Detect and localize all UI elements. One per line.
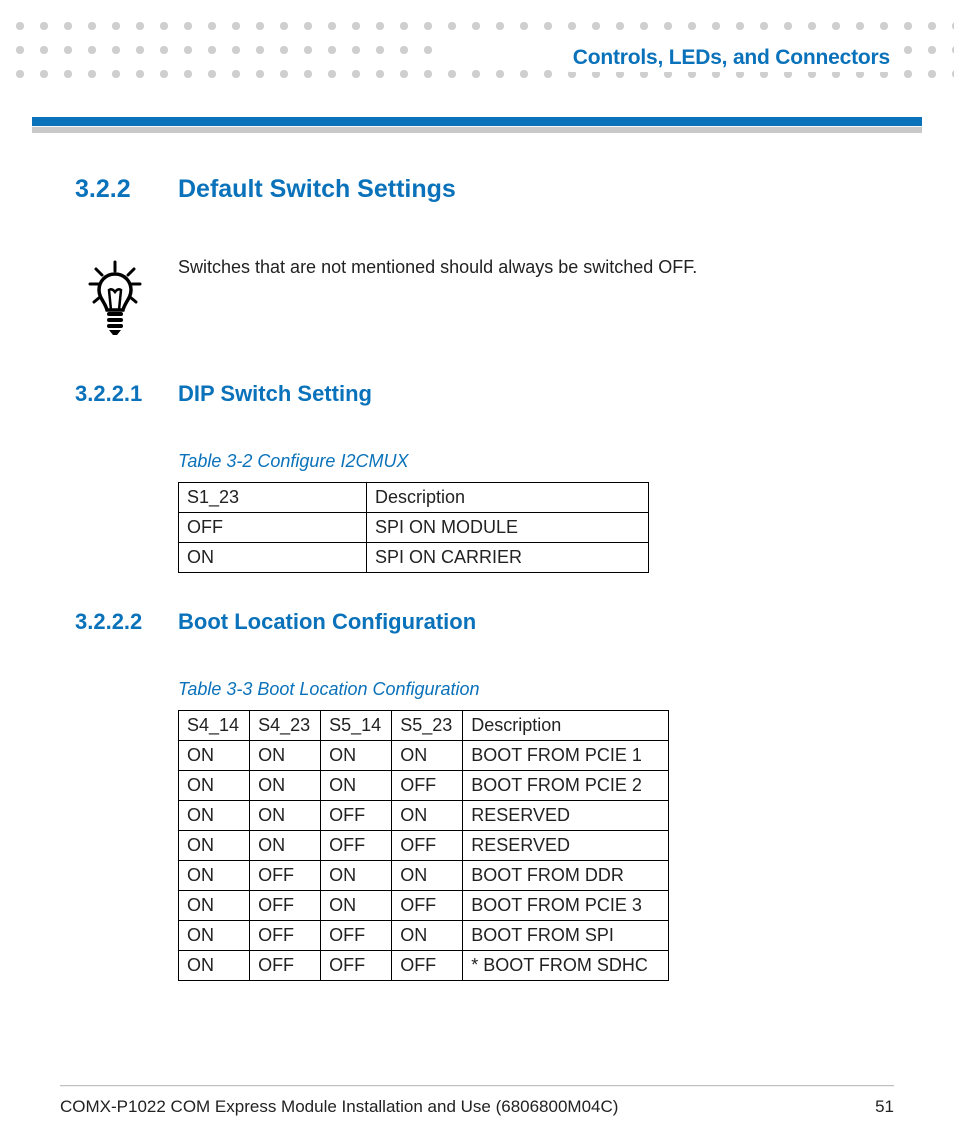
table-cell: OFF — [250, 891, 321, 921]
note-text: Switches that are not mentioned should a… — [178, 254, 697, 280]
footer-rule — [60, 1085, 894, 1087]
table-cell: ON — [392, 861, 463, 891]
table-cell: OFF — [321, 951, 392, 981]
table-cell: S4_23 — [250, 711, 321, 741]
table-cell: S5_14 — [321, 711, 392, 741]
page-content: 3.2.2 Default Switch Settings — [75, 175, 884, 1055]
table-cell: ON — [321, 771, 392, 801]
table-cell: ON — [179, 891, 250, 921]
table-cell: ON — [392, 741, 463, 771]
heading-3-2-2-1: 3.2.2.1 DIP Switch Setting — [75, 381, 884, 407]
table-cell: OFF — [392, 771, 463, 801]
table-cell: OFF — [250, 921, 321, 951]
table-cell: BOOT FROM PCIE 1 — [463, 741, 669, 771]
table-cell: BOOT FROM DDR — [463, 861, 669, 891]
table-cell: ON — [179, 951, 250, 981]
table-cell: ON — [179, 861, 250, 891]
table-cell: BOOT FROM PCIE 2 — [463, 771, 669, 801]
table-cell: OFF — [392, 891, 463, 921]
page-footer: COMX-P1022 COM Express Module Installati… — [60, 1097, 894, 1117]
heading-text: Default Switch Settings — [178, 175, 456, 204]
heading-number: 3.2.2.2 — [75, 609, 178, 635]
table-3-2: Table 3-2 Configure I2CMUX S1_23Descript… — [178, 451, 884, 573]
heading-text: Boot Location Configuration — [178, 609, 476, 635]
table-cell: ON — [179, 921, 250, 951]
table-cell: S1_23 — [179, 483, 367, 513]
table-cell: OFF — [250, 861, 321, 891]
table-cell: BOOT FROM SPI — [463, 921, 669, 951]
table-3-3: Table 3-3 Boot Location Configuration S4… — [178, 679, 884, 981]
table-cell: ON — [179, 831, 250, 861]
table-cell: OFF — [392, 831, 463, 861]
table-cell: ON — [392, 921, 463, 951]
table-caption: Table 3-3 Boot Location Configuration — [178, 679, 884, 700]
table-cell: Description — [367, 483, 649, 513]
table-cell: ON — [179, 801, 250, 831]
table-cell: Description — [463, 711, 669, 741]
table-cell: OFF — [250, 951, 321, 981]
table-body: S1_23DescriptionOFFSPI ON MODULEONSPI ON… — [178, 482, 649, 573]
table-cell: S5_23 — [392, 711, 463, 741]
table-cell: * BOOT FROM SDHC — [463, 951, 669, 981]
heading-text: DIP Switch Setting — [178, 381, 372, 407]
table-cell: OFF — [321, 831, 392, 861]
table-cell: ON — [250, 801, 321, 831]
table-cell: SPI ON CARRIER — [367, 543, 649, 573]
table-cell: BOOT FROM PCIE 3 — [463, 891, 669, 921]
table-cell: ON — [250, 771, 321, 801]
table-cell: OFF — [179, 513, 367, 543]
table-cell: ON — [321, 741, 392, 771]
lightbulb-icon — [75, 254, 178, 341]
table-cell: SPI ON MODULE — [367, 513, 649, 543]
table-cell: ON — [321, 891, 392, 921]
table-cell: ON — [179, 741, 250, 771]
table-cell: RESERVED — [463, 831, 669, 861]
table-cell: ON — [179, 771, 250, 801]
table-cell: ON — [250, 741, 321, 771]
table-cell: ON — [392, 801, 463, 831]
table-cell: OFF — [392, 951, 463, 981]
table-cell: OFF — [321, 921, 392, 951]
table-cell: ON — [321, 861, 392, 891]
footer-page-number: 51 — [875, 1097, 894, 1117]
header-rule — [32, 117, 922, 133]
tip-note: Switches that are not mentioned should a… — [75, 254, 884, 341]
table-cell: ON — [250, 831, 321, 861]
footer-doc-title: COMX-P1022 COM Express Module Installati… — [60, 1097, 618, 1117]
heading-3-2-2-2: 3.2.2.2 Boot Location Configuration — [75, 609, 884, 635]
table-cell: RESERVED — [463, 801, 669, 831]
chapter-title: Controls, LEDs, and Connectors — [569, 44, 894, 72]
table-body: S4_14S4_23S5_14S5_23DescriptionONONONONB… — [178, 710, 669, 981]
table-cell: S4_14 — [179, 711, 250, 741]
heading-3-2-2: 3.2.2 Default Switch Settings — [75, 175, 884, 204]
table-cell: OFF — [321, 801, 392, 831]
heading-number: 3.2.2.1 — [75, 381, 178, 407]
heading-number: 3.2.2 — [75, 175, 178, 204]
table-caption: Table 3-2 Configure I2CMUX — [178, 451, 884, 472]
table-cell: ON — [179, 543, 367, 573]
